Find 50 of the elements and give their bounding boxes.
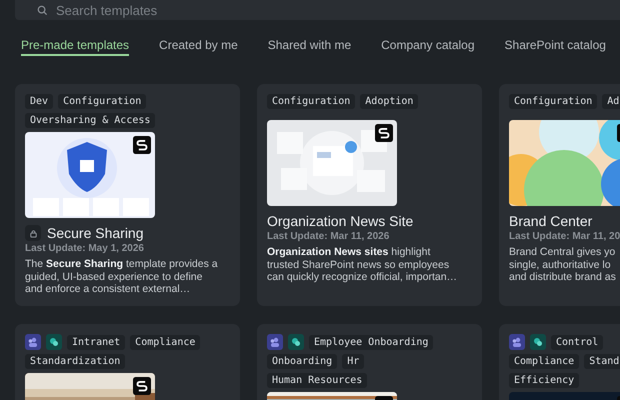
tag[interactable]: Intranet [67,334,126,350]
tag[interactable]: Stand [584,354,620,369]
tag[interactable]: Onboarding [267,354,338,369]
card-description: The Secure Sharing template provides a guided, UI-based experience to define and enforce a consistent external… [25,258,219,296]
people-icon [25,334,41,350]
template-card[interactable]: Intranet Compliance Standardization [15,324,240,400]
logo-icon [133,377,151,395]
tag[interactable]: Configuration [267,94,356,109]
tag[interactable]: Human Resources [267,373,368,388]
app-icon [46,334,62,350]
app-icon [530,334,546,350]
tag[interactable]: Adoption [360,94,418,109]
app-icon [288,334,304,350]
tag[interactable]: Configuration [58,94,146,109]
template-card[interactable]: Configuration Ad Brand Center Last Update: Mar 11, 20 Brand Central gives yo single, authoritative lo and distribute brand as [499,84,620,306]
update-date: Last Update: May 1, 2026 [25,243,145,254]
tab[interactable]: Pre-made templates [21,38,130,56]
card-title: Brand Center [509,213,592,229]
template-card[interactable]: Dev Configuration Oversharing & Access Secure Sharing Last Update: May 1, 2026 The Secure Sharing template provides a guided, UI-based experience to define and enforce a consistent external… [15,84,240,306]
people-icon [267,334,283,350]
lock-icon [25,225,41,241]
tab[interactable]: SharePoint catalog [504,38,606,56]
tag[interactable]: Compliance [509,354,580,369]
tag[interactable]: Oversharing & Access [25,113,156,128]
tag[interactable]: Standardization [25,354,126,369]
tag[interactable]: Efficiency [509,373,580,388]
tab[interactable]: Created by me [159,38,238,56]
template-card[interactable]: Employee Onboarding Onboarding Hr Human Resources [257,324,482,400]
card-description: Brand Central gives yo single, authoritative lo and distribute brand as [509,246,617,284]
template-card[interactable]: Control Compliance Stand Efficiency [499,324,620,400]
tag[interactable]: Employee Onboarding [309,334,434,350]
search-icon [37,5,48,16]
update-date: Last Update: Mar 11, 2026 [267,231,390,242]
card-title: Secure Sharing [47,225,144,241]
tag[interactable]: Control [551,334,604,350]
logo-icon [375,124,393,142]
template-card[interactable]: Configuration Adoption Organization News Site Last Update: Mar 11, 2026 Organization News sites highlight trusted SharePoint news so employees can quickly recognize official, importan… [257,84,482,306]
logo-icon [133,136,151,154]
tab[interactable]: Shared with me [268,38,352,56]
card-description: Organization News sites highlight trusted SharePoint news so employees can quickly recognize official, importan… [267,246,458,284]
tag[interactable]: Dev [25,94,54,109]
tag[interactable]: Ad [602,94,620,109]
card-title: Organization News Site [267,213,414,229]
update-date: Last Update: Mar 11, 20 [509,231,620,242]
tab[interactable]: Company catalog [381,38,475,56]
people-icon [509,334,525,350]
tag[interactable]: Configuration [509,94,598,109]
search-field[interactable]: Search templates [15,0,620,20]
tag[interactable]: Compliance [130,334,200,350]
tag[interactable]: Hr [342,354,364,369]
